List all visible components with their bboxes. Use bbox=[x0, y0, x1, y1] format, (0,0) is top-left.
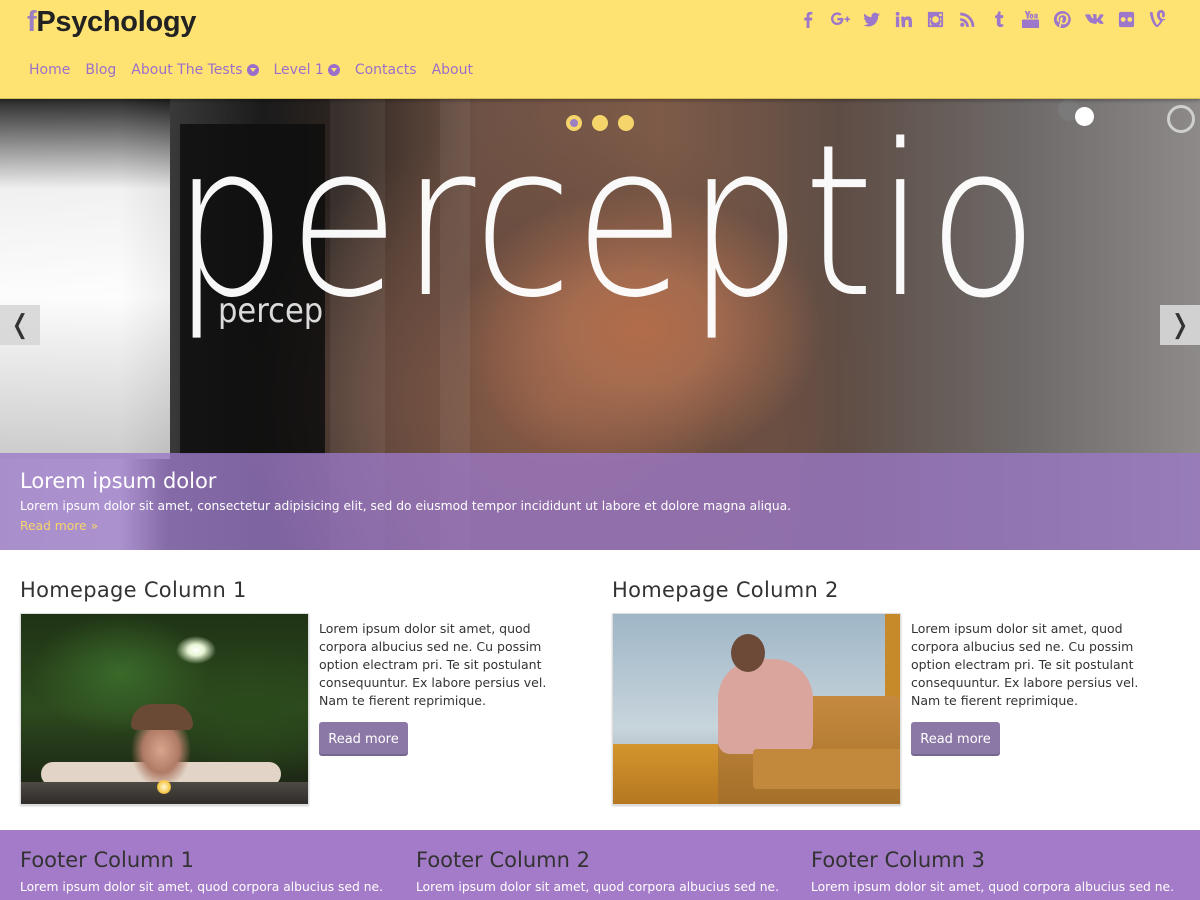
read-more-button[interactable]: Read more bbox=[319, 722, 408, 756]
chevron-left-icon: ❬ bbox=[9, 310, 31, 340]
nav-label: Blog bbox=[85, 62, 117, 78]
slide-decor-ring bbox=[1167, 105, 1195, 133]
footer-column-title: Footer Column 3 bbox=[811, 848, 985, 872]
slide-caption-title: Lorem ipsum dolor bbox=[20, 469, 217, 493]
image-seat bbox=[753, 749, 900, 789]
nav-item-contacts[interactable]: Contacts bbox=[355, 62, 417, 78]
site-header: fPsychology Home Blog About The Tests Le… bbox=[0, 0, 1200, 99]
chevron-down-icon bbox=[246, 64, 259, 76]
chevron-down-icon bbox=[327, 64, 340, 76]
instagram-icon[interactable] bbox=[920, 8, 952, 30]
social-icons bbox=[792, 8, 1174, 30]
main-nav: Home Blog About The Tests Level 1 Contac… bbox=[29, 62, 488, 78]
homepage-column-2: Homepage Column 2 Lorem ipsum dolor sit … bbox=[612, 578, 1172, 805]
twitter-icon[interactable] bbox=[856, 8, 888, 30]
nav-item-about-the-tests[interactable]: About The Tests bbox=[131, 62, 259, 78]
nav-item-home[interactable]: Home bbox=[29, 62, 70, 78]
column-text: Lorem ipsum dolor sit amet, quod corpora… bbox=[911, 621, 1139, 708]
footer-column-2: Footer Column 2 Lorem ipsum dolor sit am… bbox=[416, 848, 796, 894]
footer-column-text: Lorem ipsum dolor sit amet, quod corpora… bbox=[416, 880, 780, 894]
slide-decor-dot bbox=[1075, 107, 1094, 126]
vk-icon[interactable] bbox=[1079, 8, 1111, 30]
slider-dot[interactable] bbox=[592, 115, 608, 131]
nav-label: Level 1 bbox=[273, 62, 324, 78]
column-image bbox=[20, 613, 309, 805]
pinterest-icon[interactable] bbox=[1047, 8, 1079, 30]
slider-next-button[interactable]: ❭ bbox=[1160, 305, 1200, 345]
slide-caption-text: Lorem ipsum dolor sit amet, consectetur … bbox=[20, 499, 792, 513]
nav-item-level-1[interactable]: Level 1 bbox=[274, 62, 340, 78]
footer-column-text: Lorem ipsum dolor sit amet, quod corpora… bbox=[20, 880, 384, 894]
logo-prefix: f bbox=[27, 6, 37, 38]
nav-label: About bbox=[431, 62, 473, 78]
rss-icon[interactable] bbox=[951, 8, 983, 30]
read-more-button[interactable]: Read more bbox=[911, 722, 1000, 756]
slide-small-word: percep bbox=[218, 291, 324, 331]
slide-caption: Lorem ipsum dolor Lorem ipsum dolor sit … bbox=[0, 453, 1200, 550]
facebook-icon[interactable] bbox=[792, 8, 824, 30]
footer-column-title: Footer Column 1 bbox=[20, 848, 194, 872]
column-title: Homepage Column 2 bbox=[612, 578, 839, 602]
slider-prev-button[interactable]: ❬ bbox=[0, 305, 40, 345]
youtube-icon[interactable] bbox=[1015, 8, 1047, 30]
image-light bbox=[157, 780, 171, 794]
image-hair bbox=[131, 704, 193, 730]
site-logo[interactable]: fPsychology bbox=[27, 6, 196, 39]
slide-read-more-link[interactable]: Read more » bbox=[20, 519, 1180, 533]
slider-pagination bbox=[566, 115, 634, 131]
site-footer: Footer Column 1 Lorem ipsum dolor sit am… bbox=[0, 830, 1200, 900]
footer-column-1: Footer Column 1 Lorem ipsum dolor sit am… bbox=[20, 848, 400, 894]
image-person bbox=[718, 659, 813, 754]
slider-dot[interactable] bbox=[618, 115, 634, 131]
nav-label: Contacts bbox=[354, 62, 417, 78]
google-plus-icon[interactable] bbox=[824, 8, 856, 30]
nav-item-blog[interactable]: Blog bbox=[85, 62, 116, 78]
slide-image-face-left bbox=[0, 99, 170, 459]
column-text: Lorem ipsum dolor sit amet, quod corpora… bbox=[319, 621, 547, 708]
image-head bbox=[731, 634, 765, 672]
tumblr-icon[interactable] bbox=[983, 8, 1015, 30]
slider-dot[interactable] bbox=[566, 115, 582, 131]
linkedin-icon[interactable] bbox=[888, 8, 920, 30]
footer-column-title: Footer Column 2 bbox=[416, 848, 590, 872]
homepage-column-1: Homepage Column 1 Lorem ipsum dolor sit … bbox=[20, 578, 580, 805]
nav-item-about[interactable]: About bbox=[432, 62, 473, 78]
flickr-icon[interactable] bbox=[1110, 8, 1142, 30]
vine-icon[interactable] bbox=[1142, 8, 1174, 30]
nav-label: Home bbox=[29, 62, 71, 78]
footer-column-3: Footer Column 3 Lorem ipsum dolor sit am… bbox=[811, 848, 1191, 894]
logo-text: Psychology bbox=[36, 6, 197, 38]
column-title: Homepage Column 1 bbox=[20, 578, 247, 602]
hero-slider: perceptio percep ❬ ❭ Lorem ipsum dolor L… bbox=[0, 99, 1200, 550]
footer-column-text: Lorem ipsum dolor sit amet, quod corpora… bbox=[811, 880, 1175, 894]
column-image bbox=[612, 613, 901, 805]
nav-label: About The Tests bbox=[131, 62, 243, 78]
chevron-right-icon: ❭ bbox=[1169, 310, 1191, 340]
